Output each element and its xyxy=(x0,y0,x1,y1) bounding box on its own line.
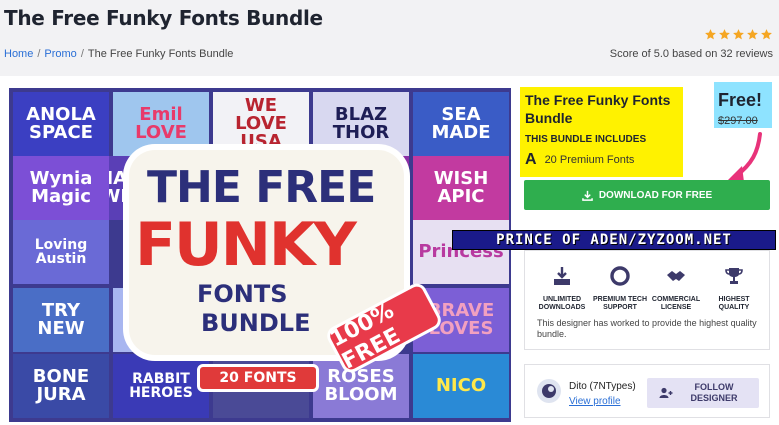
hero-font-tile: Wynia Magic xyxy=(13,156,109,220)
hero-font-tile: Emil LOVE xyxy=(113,92,209,156)
download-tray-icon xyxy=(554,267,570,285)
download-icon xyxy=(582,190,593,201)
feature-commercial-license: COMMERCIAL LICENSE xyxy=(647,265,705,312)
price-box: Free! $297.00 xyxy=(714,82,772,128)
hero-font-tile: RABBIT HEROES xyxy=(113,354,209,418)
follow-designer-button[interactable]: FOLLOW DESIGNER xyxy=(647,378,759,408)
feature-label: UNLIMITED DOWNLOADS xyxy=(538,296,586,311)
arrow-pointer-icon xyxy=(728,132,762,182)
download-button-label: DOWNLOAD FOR FREE xyxy=(598,189,713,201)
bundle-info-title: The Free Funky Fonts Bundle xyxy=(525,92,671,126)
hero-font-tile: WISH APIC xyxy=(413,156,509,220)
feature-label: PREMIUM TECH SUPPORT xyxy=(592,296,648,311)
price-original: $297.00 xyxy=(718,115,758,127)
bundle-info-box: The Free Funky Fonts Bundle THIS BUNDLE … xyxy=(520,87,683,177)
trophy-icon xyxy=(725,268,743,284)
hero-headline-free: THE FREE xyxy=(147,162,376,213)
bundle-fonts-count-label: 20 Premium Fonts xyxy=(544,154,635,166)
bundle-hero-image: NICOROSESBLOOMRISENRABBITHEROESBONEJURAB… xyxy=(9,88,511,422)
feature-highest-quality: HIGHEST QUALITY xyxy=(705,265,763,312)
designer-card: Dito (7NTypes) View profile FOLLOW DESIG… xyxy=(524,364,770,418)
rating-score-text: Score of 5.0 based on 32 reviews xyxy=(609,48,773,60)
designer-logo-icon xyxy=(542,384,556,398)
follow-designer-label: FOLLOW DESIGNER xyxy=(690,382,738,403)
hero-font-tile: NICO xyxy=(413,354,509,418)
page-header: The Free Funky Fonts Bundle Home / Promo / T… xyxy=(0,0,779,76)
breadcrumb-promo-link[interactable]: Promo xyxy=(44,48,76,60)
star-icon xyxy=(747,29,758,40)
hero-font-tile: WE LOVE USA xyxy=(213,92,309,156)
breadcrumb: Home / Promo / The Free Funky Fonts Bundle xyxy=(4,48,233,60)
star-icon xyxy=(705,29,716,40)
hero-font-tile: SEA MADE xyxy=(413,92,509,156)
hero-font-tile: ANOLA SPACE xyxy=(13,92,109,156)
hero-headline-fonts: FONTS xyxy=(197,280,288,308)
features-note: This designer has worked to provide the … xyxy=(537,318,757,339)
lifebuoy-icon xyxy=(610,266,630,286)
feature-premium-support: PREMIUM TECH SUPPORT xyxy=(591,265,649,312)
font-a-icon: A xyxy=(525,151,537,168)
hero-font-tile: Loving Austin xyxy=(13,220,109,284)
star-icon xyxy=(761,29,772,40)
feature-unlimited-downloads: UNLIMITED DOWNLOADS xyxy=(533,265,591,312)
download-button[interactable]: DOWNLOAD FOR FREE xyxy=(524,180,770,210)
page-title: The Free Funky Fonts Bundle xyxy=(4,6,323,30)
hero-font-tile: TRY NEW xyxy=(13,288,109,352)
bundle-fonts-count: A 20 Premium Fonts xyxy=(525,151,634,169)
bundle-features: UNLIMITED DOWNLOADS PREMIUM TECH SUPPORT… xyxy=(524,250,770,350)
hero-font-tile: BONE JURA xyxy=(13,354,109,418)
hero-font-tile: BLAZ THOR xyxy=(313,92,409,156)
avatar[interactable] xyxy=(537,379,561,403)
add-user-icon xyxy=(659,387,673,398)
watermark-banner: PRINCE OF ADEN/ZYZOOM.NET xyxy=(452,230,776,250)
hero-headline-funky: FUNKY xyxy=(135,210,357,280)
breadcrumb-separator: / xyxy=(80,48,84,60)
bundle-includes-label: THIS BUNDLE INCLUDES xyxy=(525,134,647,145)
breadcrumb-current: The Free Funky Fonts Bundle xyxy=(87,48,234,60)
price-current: Free! xyxy=(718,90,763,110)
breadcrumb-home-link[interactable]: Home xyxy=(4,48,33,60)
star-icon xyxy=(719,29,730,40)
view-profile-link[interactable]: View profile xyxy=(569,396,621,407)
breadcrumb-separator: / xyxy=(37,48,41,60)
feature-label: COMMERCIAL LICENSE xyxy=(651,296,701,311)
hero-headline-bundle: BUNDLE xyxy=(201,309,311,337)
designer-name: Dito (7NTypes) xyxy=(569,381,636,392)
hero-count-badge: 20 FONTS xyxy=(197,364,319,392)
rating-stars xyxy=(704,28,773,41)
feature-label: HIGHEST QUALITY xyxy=(718,296,750,311)
star-icon xyxy=(733,29,744,40)
handshake-icon xyxy=(667,271,685,281)
